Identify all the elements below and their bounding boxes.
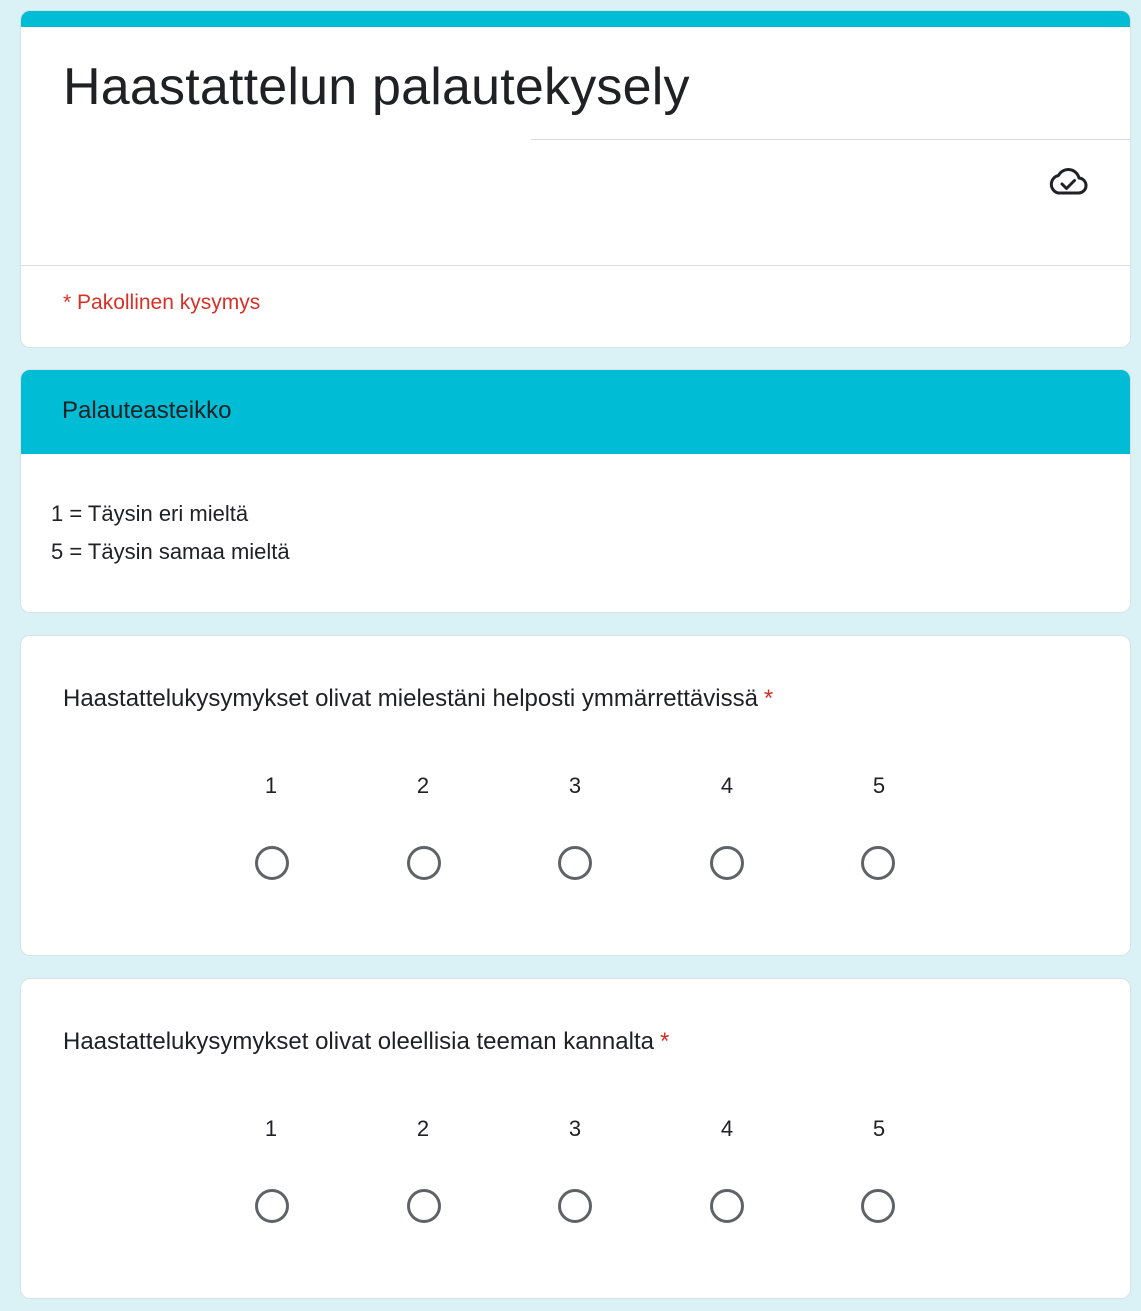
radio-option-5[interactable] (861, 846, 895, 880)
radio-option-1[interactable] (255, 846, 289, 880)
radio-option-2[interactable] (407, 846, 441, 880)
radio-option-2[interactable] (407, 1189, 441, 1223)
required-asterisk: * (659, 1028, 670, 1055)
question-card: Haastattelukysymykset olivat mielestäni … (20, 635, 1131, 956)
question-text: Haastattelukysymykset olivat oleellisia … (63, 1028, 669, 1056)
section-card: Palauteasteikko 1 = Täysin eri mieltä 5 … (20, 369, 1131, 613)
radio-option-5[interactable] (861, 1189, 895, 1223)
section-header: Palauteasteikko (21, 370, 1130, 454)
scale-label-5: 5 (872, 773, 886, 798)
question-label: Haastattelukysymykset olivat mielestäni … (63, 685, 758, 712)
scale-label-5: 5 (872, 1116, 886, 1141)
scale-label-1: 1 (264, 773, 278, 798)
title-divider (531, 139, 1130, 140)
section-title: Palauteasteikko (62, 397, 232, 424)
scale-label-2: 2 (416, 1116, 430, 1141)
required-question-note: * Pakollinen kysymys (63, 291, 261, 314)
scale-label-4: 4 (720, 773, 734, 798)
question-card: Haastattelukysymykset olivat oleellisia … (20, 978, 1131, 1299)
question-label: Haastattelukysymykset olivat oleellisia … (63, 1028, 654, 1055)
radio-option-4[interactable] (710, 1189, 744, 1223)
radio-option-3[interactable] (558, 846, 592, 880)
scale-label-3: 3 (568, 773, 582, 798)
required-asterisk: * (763, 685, 774, 712)
scale-label-2: 2 (416, 773, 430, 798)
header-divider (21, 265, 1130, 266)
radio-option-3[interactable] (558, 1189, 592, 1223)
cloud-check-icon (1049, 168, 1088, 195)
scale-label-4: 4 (720, 1116, 734, 1141)
scale-description-max: 5 = Täysin samaa mieltä (51, 539, 290, 564)
question-text: Haastattelukysymykset olivat mielestäni … (63, 685, 773, 713)
scale-description-min: 1 = Täysin eri mieltä (51, 501, 249, 526)
header-accent-bar (21, 11, 1130, 27)
scale-label-3: 3 (568, 1116, 582, 1141)
radio-option-1[interactable] (255, 1189, 289, 1223)
form-title: Haastattelun palautekysely (63, 58, 690, 116)
radio-option-4[interactable] (710, 846, 744, 880)
form-header-card: Haastattelun palautekysely * Pakollinen … (20, 10, 1131, 348)
scale-label-1: 1 (264, 1116, 278, 1141)
